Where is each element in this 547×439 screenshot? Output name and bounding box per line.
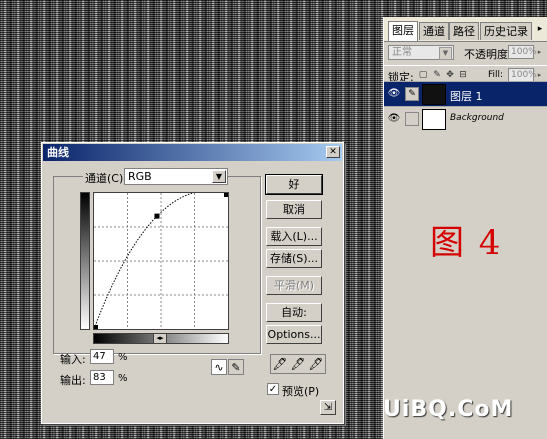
opacity-field[interactable]: 100%	[508, 45, 537, 59]
lock-brush-icon[interactable]: ✎	[432, 70, 442, 80]
channel-select[interactable]: RGB ▼	[124, 168, 228, 185]
output-gradient-bar	[80, 192, 90, 330]
fill-arrow-icon[interactable]: ▸	[535, 68, 544, 82]
chevron-down-icon: ▼	[439, 47, 452, 60]
curve-endpoint-highlights[interactable]	[224, 193, 228, 197]
layer-row-background[interactable]: 👁 Background	[384, 106, 547, 131]
chevron-down-icon: ▼	[212, 170, 226, 183]
gray-eyedropper-icon[interactable]: 🖋	[290, 356, 306, 372]
dialog-title: 曲线	[47, 146, 69, 159]
pencil-mode-icon[interactable]: ✎	[228, 359, 244, 375]
black-eyedropper-icon[interactable]: 🖋	[272, 356, 288, 372]
watermark: UiBQ.CoM	[383, 397, 514, 422]
eye-icon[interactable]: 👁	[387, 87, 401, 101]
layer-thumbnail	[422, 109, 446, 130]
curve-endpoint-shadows[interactable]	[94, 325, 98, 329]
input-label: 输入:	[60, 353, 86, 366]
channel-label: 通道(C):	[83, 170, 129, 186]
curve-control-point[interactable]	[154, 213, 160, 219]
gradient-swap-icon[interactable]: ◂▸	[153, 333, 167, 344]
auto-button[interactable]: 自动:	[266, 303, 322, 322]
layer-row-layer1[interactable]: 👁 ✎ 图层 1	[384, 81, 547, 106]
layer-name: Background	[450, 113, 504, 123]
curves-graph-svg[interactable]	[93, 189, 229, 330]
fill-field[interactable]: 100%	[508, 68, 537, 82]
eye-icon[interactable]: 👁	[387, 112, 401, 126]
white-eyedropper-icon[interactable]: 🖋	[308, 356, 324, 372]
layer-name: 图层 1	[450, 90, 483, 103]
load-button[interactable]: 载入(L)...	[266, 227, 322, 246]
tab-channels[interactable]: 通道	[419, 22, 449, 40]
cancel-button[interactable]: 取消	[266, 200, 322, 219]
curves-dialog: 曲线 ✕ 通道(C): RGB ▼ ◂▸ 输入: 47 % 输出: 83 % ∿…	[41, 142, 344, 424]
lock-all-icon[interactable]: ⊟	[458, 70, 468, 80]
output-percent: %	[118, 373, 128, 384]
options-button[interactable]: Options...	[266, 325, 322, 344]
blend-mode-select[interactable]: 正常 ▼	[388, 45, 454, 60]
lock-move-icon[interactable]: ✥	[445, 70, 455, 80]
tab-paths[interactable]: 路径	[449, 22, 479, 40]
tab-layers[interactable]: 图层	[388, 21, 418, 41]
layers-panel: 图层 通道 路径 历史记录 ▸ 正常 ▼ 不透明度: 100% ▸ 锁定: ▢ …	[383, 17, 547, 439]
save-button[interactable]: 存储(S)...	[266, 249, 322, 268]
panel-menu-icon[interactable]: ▸	[534, 24, 546, 34]
opacity-arrow-icon[interactable]: ▸	[535, 45, 544, 59]
brush-icon[interactable]: ✎	[405, 87, 419, 101]
lock-transparency-icon[interactable]: ▢	[418, 70, 428, 80]
preview-checkbox[interactable]: ✓	[267, 383, 279, 395]
blend-opacity-row: 正常 ▼ 不透明度: 100% ▸	[384, 42, 547, 62]
eyedropper-group: 🖋 🖋 🖋	[270, 354, 326, 374]
curve-mode-icon[interactable]: ∿	[211, 359, 227, 375]
input-percent: %	[118, 352, 128, 363]
brush-slot-icon[interactable]	[405, 112, 419, 126]
close-icon[interactable]: ✕	[326, 146, 340, 158]
smooth-button[interactable]: 平滑(M)	[266, 276, 322, 295]
output-label: 输出:	[60, 374, 86, 387]
blend-mode-value: 正常	[392, 47, 412, 58]
tab-history[interactable]: 历史记录	[480, 22, 532, 40]
output-field[interactable]: 83	[90, 370, 114, 385]
opacity-label: 不透明度:	[464, 48, 512, 61]
dialog-titlebar[interactable]: 曲线 ✕	[43, 144, 342, 161]
panel-tab-bar: 图层 通道 路径 历史记录 ▸	[384, 17, 547, 42]
expand-view-icon[interactable]: ⇲	[320, 400, 336, 415]
curves-graph[interactable]	[93, 189, 229, 330]
input-field[interactable]: 47	[90, 349, 114, 364]
figure-annotation: 图 4	[430, 223, 503, 263]
preview-label: 预览(P)	[282, 385, 320, 398]
channel-value: RGB	[128, 170, 152, 183]
ok-button[interactable]: 好	[265, 174, 323, 195]
fill-label: Fill:	[488, 70, 504, 80]
layer-thumbnail	[422, 84, 446, 105]
